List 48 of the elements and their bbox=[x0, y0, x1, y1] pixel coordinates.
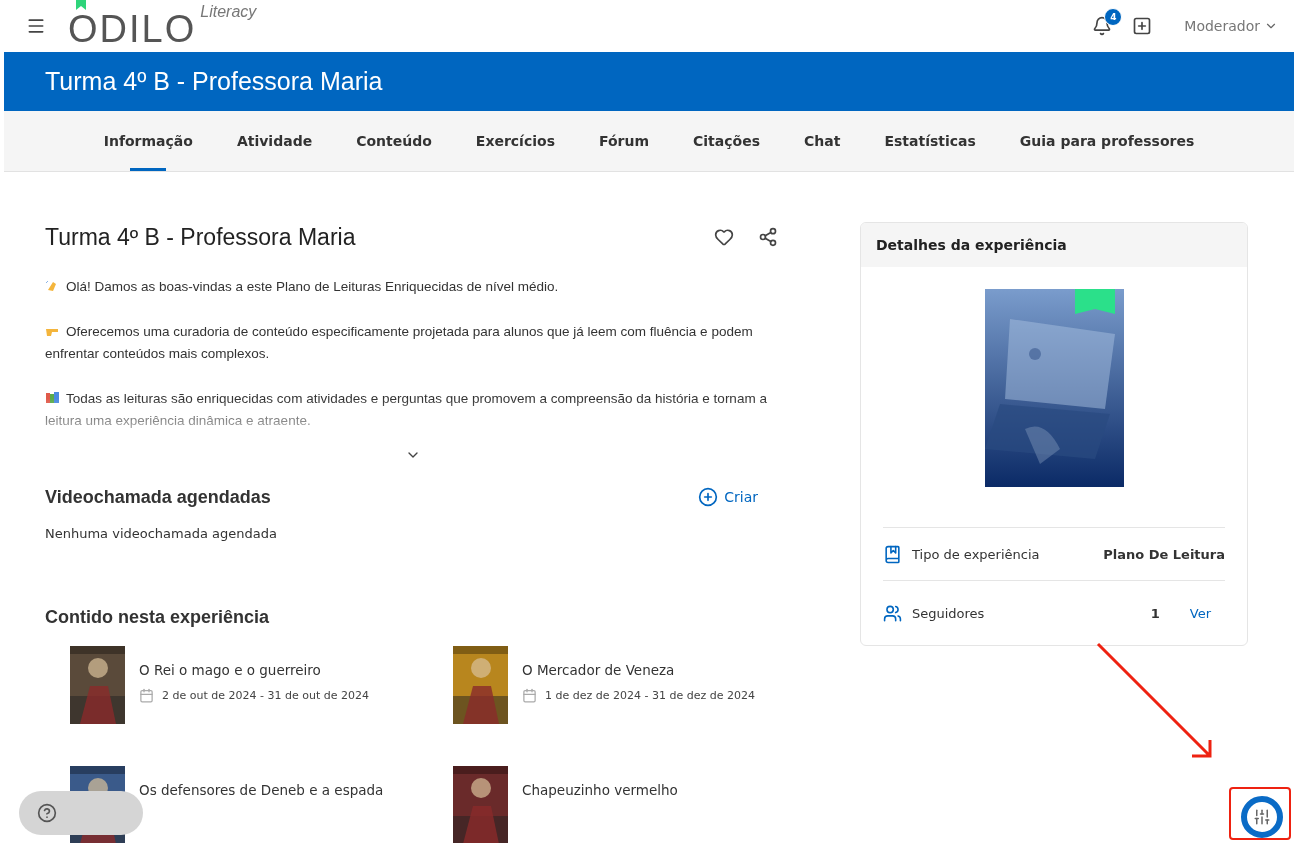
detail-label: Tipo de experiência bbox=[912, 546, 1040, 562]
menu-icon[interactable] bbox=[26, 16, 46, 36]
bookmark-icon bbox=[76, 0, 86, 10]
section-title: Videochamada agendadas bbox=[45, 486, 271, 508]
view-link[interactable]: Ver bbox=[1189, 605, 1211, 621]
book-title[interactable]: Chapeuzinho vermelho bbox=[522, 781, 678, 798]
section-title: Contido nesta experiência bbox=[45, 606, 271, 628]
tab[interactable]: Citações bbox=[671, 111, 782, 171]
book-title[interactable]: O Mercador de Veneza bbox=[522, 661, 755, 678]
tab[interactable]: Chat bbox=[782, 111, 863, 171]
tab[interactable]: Fórum bbox=[576, 111, 672, 171]
detail-value: 1 bbox=[1150, 605, 1160, 621]
people-icon bbox=[883, 603, 902, 623]
user-menu[interactable]: Moderador bbox=[1184, 18, 1260, 34]
description-paragraph: Oferecemos uma curadoria de conteúdo especificamente projetada para alunos que já leem com fluência e podem enfrentar conteúdos mais complexos. bbox=[45, 322, 754, 363]
detail-value: Plano De Leitura bbox=[1103, 546, 1225, 562]
calendar-icon bbox=[522, 687, 537, 703]
date-range: 1 de dez de 2024 - 31 de dez de 2024 bbox=[545, 688, 755, 702]
tab[interactable]: Exercícios bbox=[453, 111, 577, 171]
banner-title: Turma 4º B - Professora Maria bbox=[45, 67, 383, 96]
add-icon[interactable] bbox=[1132, 16, 1153, 36]
tab[interactable]: Conteúdo bbox=[334, 111, 454, 171]
heart-icon[interactable] bbox=[714, 227, 734, 247]
settings-button[interactable] bbox=[1241, 796, 1283, 838]
tab[interactable]: Informação bbox=[81, 111, 215, 171]
card-title: Detalhes da experiência bbox=[861, 223, 1247, 267]
empty-message: Nenhuma videochamada agendada bbox=[45, 525, 278, 541]
logo-tagline: Literacy bbox=[200, 3, 257, 21]
share-icon[interactable] bbox=[758, 227, 778, 247]
book-title[interactable]: Os defensores de Deneb e a espada bbox=[139, 781, 384, 798]
book-title[interactable]: O Rei o mago e o guerreiro bbox=[139, 661, 369, 678]
notification-count: 4 bbox=[1104, 8, 1123, 26]
tab[interactable]: Atividade bbox=[214, 111, 335, 171]
help-icon bbox=[37, 803, 57, 823]
book-icon bbox=[883, 544, 902, 564]
create-link[interactable]: Criar bbox=[698, 487, 758, 507]
logo-name: ODILO bbox=[68, 9, 197, 49]
calendar-icon bbox=[139, 687, 154, 703]
plus-circle-icon bbox=[698, 487, 719, 507]
sliders-icon bbox=[1253, 808, 1271, 826]
page-title: Turma 4º B - Professora Maria bbox=[45, 223, 356, 251]
tab[interactable]: Guia para professores bbox=[997, 111, 1217, 171]
description-paragraph: Olá! Damos as boas-vindas a este Plano de Leituras Enriquecidas de nível médio. bbox=[45, 276, 780, 299]
detail-label: Seguidores bbox=[912, 605, 985, 621]
tab[interactable]: Estatísticas bbox=[862, 111, 998, 171]
highlight-frame bbox=[1229, 787, 1291, 840]
date-range: 2 de out de 2024 - 31 de out de 2024 bbox=[162, 688, 369, 702]
books-icon bbox=[45, 390, 60, 404]
